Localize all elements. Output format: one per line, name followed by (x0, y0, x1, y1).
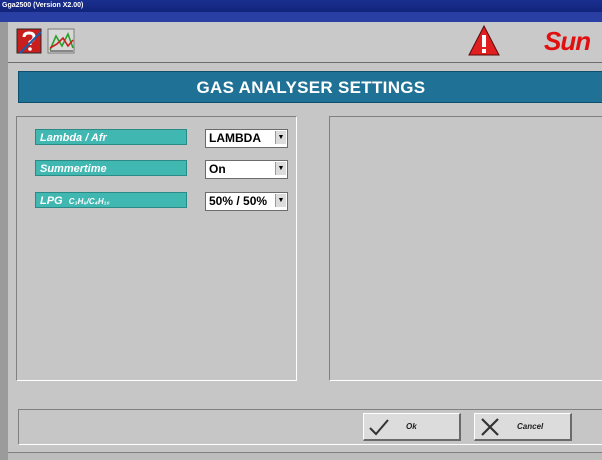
lpg-ratio-select[interactable]: 50% / 50% ▼ (205, 192, 288, 211)
graph-button[interactable] (46, 26, 76, 56)
lpg-label-formula: C₃H₈/C₄H₁₀ (68, 197, 110, 206)
page-header: GAS ANALYSER SETTINGS (18, 71, 602, 103)
chevron-down-icon[interactable]: ▼ (275, 194, 286, 207)
help-icon (16, 28, 42, 54)
window-title: Gga2500 (Version X2.00) (2, 2, 84, 9)
info-panel (329, 116, 602, 381)
lambda-afr-value: LAMBDA (209, 131, 261, 145)
cancel-button-label: Cancel (517, 422, 544, 431)
close-icon (481, 418, 499, 436)
lambda-afr-label: Lambda / Afr (35, 129, 187, 145)
ok-button[interactable]: Ok (363, 413, 461, 441)
chevron-down-icon[interactable]: ▼ (275, 131, 286, 144)
window-titlebar: Gga2500 (Version X2.00) (0, 0, 602, 22)
titlebar-strip (0, 12, 602, 22)
summertime-value: On (209, 162, 226, 176)
toolbar: Sun (8, 22, 602, 63)
summertime-label: Summertime (35, 160, 187, 176)
brand-logo: Sun (544, 26, 591, 56)
ok-button-label: Ok (406, 422, 417, 431)
settings-panel: Lambda / Afr LAMBDA ▼ Summertime On ▼ LP… (16, 116, 297, 381)
settings-content: GAS ANALYSER SETTINGS Lambda / Afr LAMBD… (8, 63, 602, 452)
cancel-button[interactable]: Cancel (474, 413, 572, 441)
lpg-label-main: LPG (40, 195, 63, 207)
lpg-label: LPG C₃H₈/C₄H₁₀ (35, 192, 187, 208)
help-button[interactable] (14, 26, 44, 56)
lpg-ratio-value: 50% / 50% (209, 194, 268, 208)
chevron-down-icon[interactable]: ▼ (275, 162, 286, 175)
summertime-select[interactable]: On ▼ (205, 160, 288, 179)
lambda-afr-select[interactable]: LAMBDA ▼ (205, 129, 288, 148)
graph-icon (47, 28, 75, 54)
warning-button[interactable] (468, 24, 500, 56)
page-title: GAS ANALYSER SETTINGS (196, 78, 426, 97)
warning-icon (468, 24, 500, 56)
checkmark-icon (369, 419, 389, 436)
